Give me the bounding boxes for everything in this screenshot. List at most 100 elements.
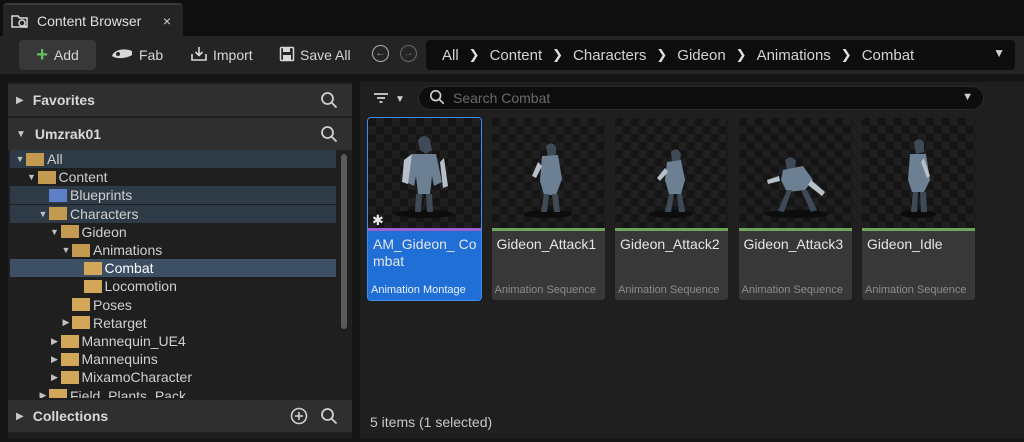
tab-title: Content Browser [37,12,142,29]
chevron-right-icon[interactable]: ❯ [469,47,480,63]
project-label: Umzrak01 [34,126,102,142]
breadcrumb-item[interactable]: Gideon [677,47,725,64]
breadcrumb-item[interactable]: Content [490,47,543,64]
forward-arrow-icon[interactable]: → [400,45,417,62]
search-icon[interactable] [320,91,338,112]
add-button[interactable]: + Add [19,40,96,70]
folder-open-icon [37,170,56,184]
breadcrumb-item[interactable]: Combat [862,47,915,64]
import-button[interactable]: Import [190,40,253,70]
tab-content-browser[interactable]: Content Browser × [3,3,183,36]
asset-type-strip [738,228,852,231]
chevron-down-icon[interactable]: ▼ [962,91,973,103]
expand-arrow-icon[interactable]: ▶ [37,390,49,398]
collapse-arrow-icon[interactable]: ▼ [60,245,72,255]
search-input[interactable] [453,90,943,106]
asset-type-strip [491,228,605,231]
folder-tree-item[interactable]: ▶ Retarget [10,314,336,332]
import-icon [190,46,208,65]
collections-header[interactable]: ▶ Collections [8,400,352,432]
folder-tree-item[interactable]: Blueprints [10,186,336,205]
asset-tile[interactable]: Gideon_Attack2 Animation Sequence [615,118,728,300]
folder-tree-item[interactable]: ▶ MixamoCharacter [10,368,336,386]
sources-panel: ▶ Favorites ▼ Umzrak01 ▼ All ▼ Content Bluep… [8,82,352,438]
chevron-down-icon: ▼ [395,93,405,105]
folder-label: Retarget [93,314,147,331]
asset-thumbnail [862,118,975,228]
asset-name: Gideon_Idle [867,236,943,252]
back-arrow-icon[interactable]: ← [372,45,389,62]
chevron-down-icon[interactable]: ▼ [993,46,1005,60]
fab-icon [110,47,134,64]
asset-name: Gideon_Attack2 [620,236,720,252]
collapse-arrow-icon[interactable]: ▼ [37,209,49,219]
folder-tree-item[interactable]: ▶ Mannequin_UE4 [10,332,336,350]
folder-tree-item[interactable]: ▶ Field_Plants_Pack [10,387,336,398]
chevron-right-icon[interactable]: ❯ [552,47,563,63]
asset-tile[interactable]: ✱ AM_Gideon_ Combat Animation Montage [367,117,482,301]
breadcrumb-item[interactable]: Animations [757,47,831,64]
expand-arrow-icon[interactable]: ▶ [16,95,24,106]
folder-icon [60,352,79,366]
favorites-header[interactable]: ▶ Favorites [8,84,352,116]
folder-icon [60,370,79,384]
folder-tree-item[interactable]: ▼ All [10,150,336,168]
breadcrumb-item[interactable]: Characters [573,47,646,64]
asset-thumbnail [738,118,852,228]
content-browser-icon [11,13,29,29]
expand-arrow-icon[interactable]: ▶ [16,411,24,422]
asset-type-strip [368,228,481,231]
asset-thumbnail [491,118,605,228]
tree-scrollbar[interactable] [341,154,347,329]
collapse-arrow-icon[interactable]: ▼ [14,154,26,164]
save-all-button[interactable]: Save All [279,40,351,70]
folder-icon [60,334,79,348]
chevron-right-icon[interactable]: ❯ [841,47,852,63]
asset-name: AM_Gideon_ Combat [373,236,477,269]
collapse-arrow-icon[interactable]: ▼ [49,227,61,237]
expand-arrow-icon[interactable]: ▶ [60,317,72,328]
project-header[interactable]: ▼ Umzrak01 [8,118,352,150]
expand-arrow-icon[interactable]: ▶ [49,372,61,383]
folder-tree-item[interactable]: ▼ Content [10,168,336,186]
asset-view-panel: ▼ ▼ ✱ AM_Gideon_ Combat Animation Montage G… [360,82,1024,438]
folder-tree-item[interactable]: Locomotion [10,277,336,295]
asset-tile[interactable]: Gideon_Attack1 Animation Sequence [491,118,605,300]
chevron-right-icon[interactable]: ❯ [656,47,667,63]
folder-tree-item[interactable]: ▼ Animations [10,241,336,259]
expand-arrow-icon[interactable]: ▶ [49,336,61,347]
asset-thumbnail [615,118,728,228]
tab-strip: Content Browser × [0,0,1024,36]
folder-icon [72,298,90,312]
folder-tree-item[interactable]: ▶ Mannequins [10,350,336,368]
folder-label: Locomotion [104,278,177,295]
asset-type: Animation Sequence [494,284,597,296]
chevron-right-icon[interactable]: ❯ [736,47,747,63]
add-button-label: Add [53,47,79,63]
folder-icon [49,389,67,398]
asset-tile[interactable]: Gideon_Attack3 Animation Sequence [738,118,852,300]
folder-open-icon [26,152,44,166]
filter-button[interactable]: ▼ [372,90,412,108]
breadcrumb-item[interactable]: All [442,47,459,64]
asset-tile[interactable]: Gideon_Idle Animation Sequence [862,118,975,300]
folder-label: Animations [93,242,163,258]
close-icon[interactable]: × [157,13,177,29]
search-icon[interactable] [320,407,338,428]
collapse-arrow-icon[interactable]: ▼ [16,129,26,140]
folder-tree-item[interactable]: ▼ Gideon [10,223,336,241]
folder-tree-item[interactable]: Poses [10,296,336,314]
folder-tree-item[interactable]: ▼ Characters [10,204,336,223]
folder-label: Mannequin_UE4 [81,333,186,349]
search-icon[interactable] [320,125,338,146]
folder-tree-item[interactable]: Combat [10,259,336,278]
collapse-arrow-icon[interactable]: ▼ [26,172,38,182]
fab-button[interactable]: Fab [110,40,163,70]
asset-name: Gideon_Attack1 [496,236,597,252]
folder-label: Gideon [81,223,127,240]
asset-type: Animation Sequence [865,284,967,296]
add-collection-icon[interactable] [290,407,308,428]
expand-arrow-icon[interactable]: ▶ [49,354,61,365]
save-all-button-label: Save All [300,47,351,63]
asset-search-box[interactable]: ▼ [418,86,984,110]
